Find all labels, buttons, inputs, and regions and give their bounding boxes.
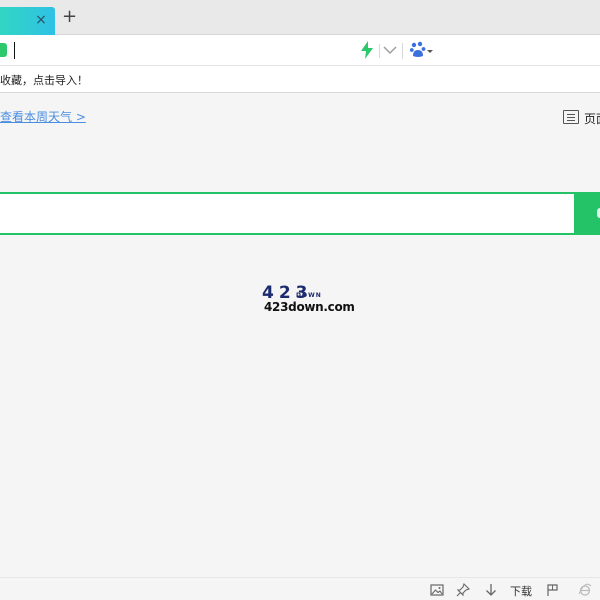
download-label[interactable]: 下载 bbox=[510, 583, 532, 599]
search-engine-dropdown-icon[interactable] bbox=[427, 50, 433, 53]
ie-icon[interactable] bbox=[578, 583, 592, 597]
divider bbox=[379, 44, 380, 58]
baidu-paw-icon[interactable] bbox=[410, 41, 426, 59]
site-logo: 423 DOWN 423down.com bbox=[262, 284, 355, 318]
address-input[interactable] bbox=[14, 42, 15, 59]
pin-icon[interactable] bbox=[456, 583, 470, 597]
address-bar bbox=[0, 35, 600, 66]
logo-tagline: DOWN bbox=[296, 292, 322, 299]
download-arrow-icon[interactable] bbox=[484, 583, 498, 597]
new-tab-page: 查看本周天气 > 页面 423 DOWN 423down.com bbox=[0, 94, 600, 577]
import-bookmarks-link[interactable]: 收藏，点击导入！ bbox=[0, 72, 88, 88]
flag-icon[interactable] bbox=[546, 583, 560, 597]
bookmark-import-bar: 收藏，点击导入！ bbox=[0, 66, 600, 93]
site-security-icon[interactable] bbox=[0, 43, 7, 57]
status-bar: 下载 bbox=[0, 577, 600, 600]
page-layout-icon bbox=[563, 110, 579, 124]
page-settings-label: 页面 bbox=[584, 112, 600, 126]
weather-link[interactable]: 查看本周天气 > bbox=[0, 108, 86, 125]
tab-active[interactable]: × bbox=[0, 7, 55, 35]
search-input[interactable] bbox=[0, 192, 576, 235]
tab-bar: × + bbox=[0, 0, 600, 35]
divider bbox=[402, 43, 403, 59]
lightning-bolt-icon[interactable] bbox=[360, 41, 374, 59]
chevron-down-icon[interactable] bbox=[383, 43, 397, 57]
search-button[interactable] bbox=[574, 192, 600, 235]
logo-domain: 423down.com bbox=[264, 300, 355, 314]
image-icon[interactable] bbox=[430, 583, 444, 597]
page-settings-button[interactable]: 页面 bbox=[563, 110, 600, 126]
close-icon[interactable]: × bbox=[34, 13, 48, 27]
new-tab-button[interactable]: + bbox=[62, 8, 77, 26]
